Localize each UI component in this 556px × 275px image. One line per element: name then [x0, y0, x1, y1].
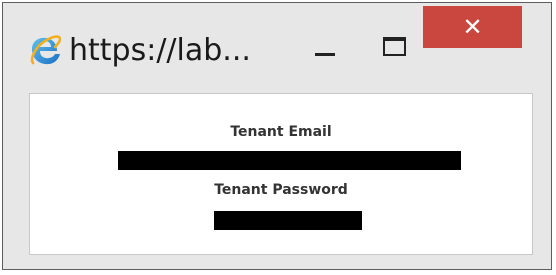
- minimize-icon: [315, 53, 335, 56]
- close-button[interactable]: ✕: [423, 6, 522, 48]
- page-content: Tenant Email Tenant Password: [29, 93, 533, 255]
- maximize-icon: [383, 37, 406, 56]
- screen: https://lab... ✕ Tenant Email Tenant Pas…: [0, 0, 556, 275]
- window-title: https://lab...: [69, 33, 251, 68]
- internet-explorer-icon: [30, 35, 61, 65]
- title-bar[interactable]: https://lab... ✕: [3, 3, 551, 93]
- tenant-password-value-redacted: [214, 211, 362, 230]
- maximize-button[interactable]: [371, 29, 417, 69]
- minimize-button[interactable]: [301, 31, 347, 71]
- tenant-password-label: Tenant Password: [214, 182, 348, 198]
- close-icon: ✕: [462, 13, 483, 41]
- tenant-email-value-redacted: [118, 151, 461, 170]
- browser-popup-window: https://lab... ✕ Tenant Email Tenant Pas…: [2, 2, 552, 270]
- tenant-email-label: Tenant Email: [230, 124, 332, 140]
